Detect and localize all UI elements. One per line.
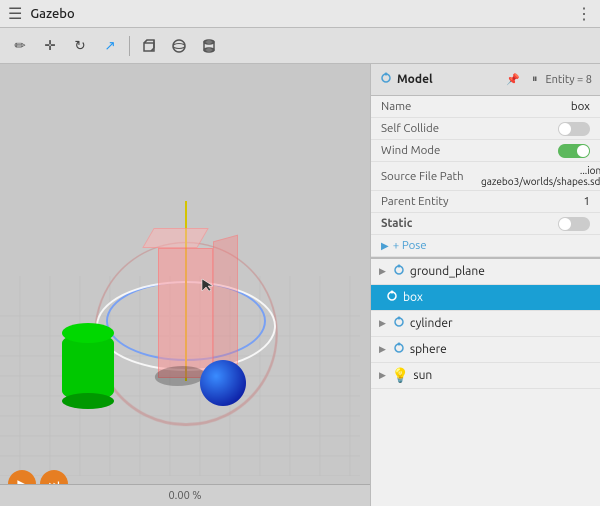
3d-scene — [0, 64, 370, 506]
prop-name-row: Name box — [371, 96, 600, 118]
pose-expand-icon: ▶ — [381, 240, 389, 252]
prop-pose-row[interactable]: ▶ + Pose — [371, 235, 600, 257]
titlebar: ☰ Gazebo ⋮ — [0, 0, 600, 28]
prop-self-collide-label: Self Collide — [381, 122, 481, 135]
select-mode-button[interactable]: ✏ — [6, 32, 34, 60]
entity-label-box: box — [403, 291, 423, 304]
entity-icon-cylinder — [392, 315, 406, 332]
expand-icon-ground_plane[interactable]: ▶ — [379, 266, 386, 277]
box-front-face — [158, 248, 213, 378]
translate-button[interactable]: ✛ — [36, 32, 64, 60]
cylinder-tool-button[interactable] — [195, 32, 223, 60]
rotate-button[interactable]: ↻ — [66, 32, 94, 60]
prop-source-file-row: Source File Path ...ion-gazebo3/worlds/s… — [371, 162, 600, 191]
entity-label-sphere: sphere — [410, 343, 447, 356]
entity-icon-sun: 💡 — [392, 367, 409, 384]
prop-source-file-label: Source File Path — [381, 170, 481, 183]
box-top-face — [142, 228, 209, 248]
3d-viewport[interactable]: ▶ ⏭ 0.00 % — [0, 64, 370, 506]
zoom-bar: 0.00 % — [0, 484, 370, 506]
static-toggle[interactable] — [558, 217, 590, 231]
pin-button[interactable]: 📌 — [502, 71, 524, 88]
entity-item-box[interactable]: box — [371, 285, 600, 311]
panel-header: Model 📌 ⏸ Entity = 8 — [371, 64, 600, 96]
expand-icon-sphere[interactable]: ▶ — [379, 344, 386, 355]
properties-panel: Name box Self Collide Wind Mode Source F… — [371, 96, 600, 257]
entity-item-sphere[interactable]: ▶ sphere — [371, 337, 600, 363]
more-options-icon[interactable]: ⋮ — [576, 4, 592, 23]
prop-parent-entity-row: Parent Entity 1 — [371, 191, 600, 213]
entity-item-ground_plane[interactable]: ▶ ground_plane — [371, 259, 600, 285]
prop-pose-label: + Pose — [393, 239, 427, 252]
box-side-face — [213, 235, 238, 372]
entity-item-sun[interactable]: ▶ 💡 sun — [371, 363, 600, 389]
toolbar: ✏ ✛ ↻ ↗ — [0, 28, 600, 64]
toolbar-separator — [129, 36, 130, 56]
prop-name-value: box — [481, 100, 590, 113]
prop-static-row: Static — [371, 213, 600, 235]
prop-source-file-value: ...ion-gazebo3/worlds/shapes.sdf — [481, 165, 600, 187]
entity-icon-box — [385, 289, 399, 306]
wind-mode-toggle[interactable] — [558, 144, 590, 158]
zoom-level: 0.00 % — [168, 490, 201, 502]
entity-item-cylinder[interactable]: ▶ cylinder — [371, 311, 600, 337]
entity-list: ▶ ground_planebox ▶ cylinder ▶ sphere ▶ 💡 sun — [371, 257, 600, 506]
prop-parent-entity-value: 1 — [481, 195, 590, 208]
box-tool-button[interactable] — [135, 32, 163, 60]
scale-button[interactable]: ↗ — [96, 32, 124, 60]
prop-name-label: Name — [381, 100, 481, 113]
model-icon — [379, 71, 393, 88]
sphere-tool-button[interactable] — [165, 32, 193, 60]
entity-icon-ground_plane — [392, 263, 406, 280]
entity-label-ground_plane: ground_plane — [410, 265, 485, 278]
entity-label-sun: sun — [413, 369, 432, 382]
sphere-object — [200, 360, 246, 406]
expand-icon-sun[interactable]: ▶ — [379, 370, 386, 381]
pause-button[interactable]: ⏸ — [528, 71, 542, 88]
prop-parent-entity-label: Parent Entity — [381, 195, 481, 208]
prop-static-label: Static — [381, 217, 481, 230]
panel-title: Model — [397, 73, 498, 86]
panel-actions: 📌 ⏸ Entity = 8 — [502, 71, 592, 88]
menu-icon[interactable]: ☰ — [8, 4, 22, 23]
prop-self-collide-row: Self Collide — [371, 118, 600, 140]
expand-icon-cylinder[interactable]: ▶ — [379, 318, 386, 329]
prop-wind-mode-row: Wind Mode — [371, 140, 600, 162]
prop-wind-mode-label: Wind Mode — [381, 144, 481, 157]
main-layout: ▶ ⏭ 0.00 % Model 📌 ⏸ Entity = 8 — [0, 64, 600, 506]
cylinder-object — [62, 333, 114, 401]
right-panel: Model 📌 ⏸ Entity = 8 Name box Self Colli… — [370, 64, 600, 506]
self-collide-toggle[interactable] — [558, 122, 590, 136]
app-title: Gazebo — [30, 7, 568, 21]
entity-label-cylinder: cylinder — [410, 317, 453, 330]
entity-label: Entity = 8 — [545, 74, 592, 86]
entity-icon-sphere — [392, 341, 406, 358]
